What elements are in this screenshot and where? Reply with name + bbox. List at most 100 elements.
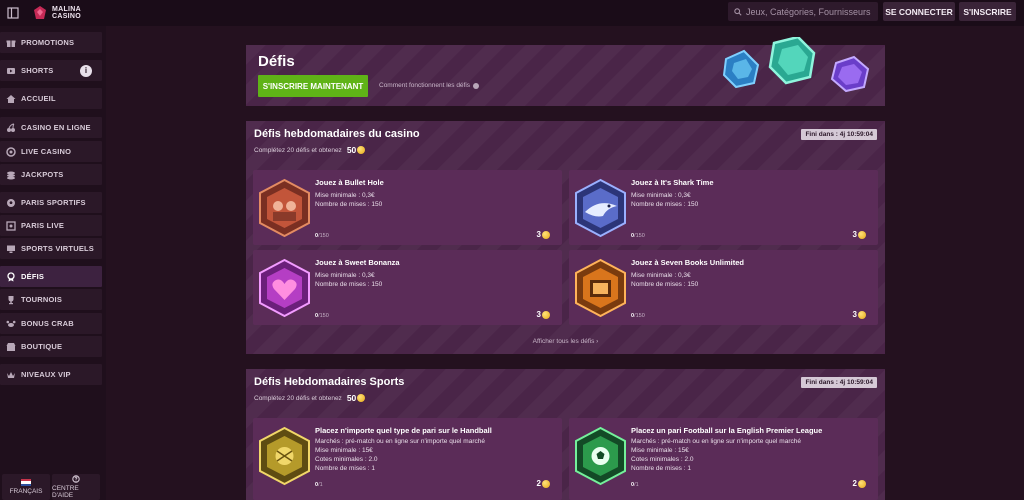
casino-challenges-section: Défis hebdomadaires du casino Complétez … (246, 121, 885, 354)
main-content: Défis S'INSCRIRE MAINTENANT Comment fonc… (106, 26, 1024, 500)
progress-total: /150 (634, 313, 645, 319)
challenge-bets-count: Nombre de mises : 150 (631, 281, 699, 288)
sidebar-item-casino[interactable]: CASINO EN LIGNE (0, 117, 102, 138)
sidebar-item-jackpots[interactable]: JACKPOTS (0, 164, 102, 185)
sidebar-item-paris-sportifs[interactable]: PARIS SPORTIFS (0, 192, 102, 213)
info-icon (473, 82, 480, 89)
language-selector[interactable]: FRANÇAIS (2, 474, 50, 500)
sidebar-item-promotions[interactable]: PROMOTIONS (0, 32, 102, 53)
logo-text-2: CASINO (52, 13, 82, 20)
coins-icon (5, 169, 16, 180)
sidebar-item-label: TOURNOIS (21, 295, 63, 304)
search-input[interactable] (746, 6, 874, 17)
sidebar-item-live-casino[interactable]: LIVE CASINO (0, 141, 102, 162)
sidebar-toggle-icon[interactable] (4, 4, 22, 22)
shark-time-icon (575, 178, 626, 238)
challenge-progress: 0/150 (631, 313, 645, 319)
register-now-button[interactable]: S'INSCRIRE MAINTENANT (258, 75, 368, 97)
search-box[interactable] (728, 2, 878, 21)
ball-icon (5, 197, 16, 208)
monitor-icon (5, 243, 16, 254)
section-title: Défis Hebdomadaires Sports (254, 376, 405, 388)
info-icon[interactable]: i (80, 64, 92, 77)
challenge-min-bet: Mise minimale : 15€ (631, 447, 689, 454)
section-reward: 50 (346, 393, 357, 403)
coin-icon (357, 146, 366, 154)
sidebar-item-label: ACCUEIL (21, 94, 56, 103)
challenge-reward: 3 (853, 230, 866, 239)
sidebar-item-label: CASINO EN LIGNE (21, 123, 91, 132)
reward-value: 3 (852, 310, 857, 319)
section-title: Défis hebdomadaires du casino (254, 128, 420, 140)
section-subtitle-text: Complétez 20 défis et obtenez (254, 394, 342, 402)
progress-total: /1 (318, 482, 323, 488)
challenge-reward: 2 (537, 479, 550, 488)
sidebar-item-label: SPORTS VIRTUELS (21, 244, 95, 253)
coin-icon (542, 479, 550, 488)
reward-value: 3 (536, 230, 541, 239)
challenge-min-odds: Cotes minimales : 2.0 (315, 456, 378, 463)
logo[interactable]: MALINA CASINO (32, 5, 81, 21)
register-button[interactable]: S'INSCRIRE (959, 2, 1016, 21)
sweet-bonanza-icon (259, 258, 310, 318)
crab-icon (5, 318, 16, 329)
sidebar-item-defis[interactable]: DÉFIS (0, 266, 102, 287)
challenge-card[interactable]: Jouez à Seven Books Unlimited Mise minim… (569, 250, 878, 325)
sidebar-item-tournois[interactable]: TOURNOIS (0, 289, 102, 310)
sidebar-item-accueil[interactable]: ACCUEIL (0, 88, 102, 109)
live-icon (5, 220, 16, 231)
challenge-card[interactable]: Jouez à It's Shark Time Mise minimale : … (569, 170, 878, 245)
challenge-progress: 0/1 (631, 482, 639, 488)
challenge-card[interactable]: Placez un pari Football sur la English P… (569, 418, 878, 500)
sidebar-item-bonus-crab[interactable]: BONUS CRAB (0, 313, 102, 334)
challenge-bets-count: Nombre de mises : 1 (631, 465, 691, 472)
section-subtitle-text: Complétez 20 défis et obtenez (254, 146, 342, 154)
challenge-progress: 0/1 (315, 482, 323, 488)
handball-icon (259, 426, 310, 486)
challenge-reward: 3 (537, 310, 550, 319)
how-it-works-link[interactable]: Comment fonctionnent les défis (379, 82, 480, 89)
progress-total: /150 (318, 233, 329, 239)
sports-challenges-section: Défis Hebdomadaires Sports Complétez 20 … (246, 369, 885, 500)
challenge-min-bet: Mise minimale : 0,3€ (315, 272, 375, 279)
challenge-progress: 0/150 (315, 233, 329, 239)
challenge-reward: 3 (537, 230, 550, 239)
challenge-card[interactable]: Jouez à Bullet Hole Mise minimale : 0,3€… (253, 170, 562, 245)
challenge-card[interactable]: Jouez à Sweet Bonanza Mise minimale : 0,… (253, 250, 562, 325)
coin-icon (858, 310, 866, 319)
challenge-card[interactable]: Placez n'importe quel type de pari sur l… (253, 418, 562, 500)
flag-fr-icon (21, 479, 31, 486)
sidebar-item-sports-virtuels[interactable]: SPORTS VIRTUELS (0, 238, 102, 259)
help-center-button[interactable]: CENTRE D'AIDE (52, 474, 100, 500)
gems-illustration (722, 37, 870, 93)
sidebar-item-boutique[interactable]: BOUTIQUE (0, 336, 102, 357)
vip-icon (5, 369, 16, 380)
progress-total: /1 (634, 482, 639, 488)
challenge-min-bet: Mise minimale : 0,3€ (631, 272, 691, 279)
challenge-title: Jouez à Bullet Hole (315, 178, 384, 187)
challenge-progress: 0/150 (631, 233, 645, 239)
sidebar-item-label: LIVE CASINO (21, 147, 72, 156)
coin-icon (858, 479, 866, 488)
coin-icon (542, 310, 550, 319)
section-subtitle: Complétez 20 défis et obtenez 50 (254, 145, 366, 155)
sidebar-item-niveaux-vip[interactable]: NIVEAUX VIP (0, 364, 102, 385)
show-all-challenges-link[interactable]: Afficher tous les défis › (246, 338, 885, 345)
coin-icon (542, 230, 550, 239)
sidebar-item-shorts[interactable]: SHORTS i (0, 60, 102, 81)
reward-value: 3 (852, 230, 857, 239)
challenge-title: Placez n'importe quel type de pari sur l… (315, 426, 492, 435)
home-icon (5, 93, 16, 104)
challenge-min-bet: Mise minimale : 0,3€ (631, 192, 691, 199)
medal-icon (5, 271, 16, 282)
page-title: Défis (258, 53, 295, 70)
challenge-progress: 0/150 (315, 313, 329, 319)
bullet-hole-icon (259, 178, 310, 238)
sidebar-item-paris-live[interactable]: PARIS LIVE (0, 215, 102, 236)
login-button[interactable]: SE CONNECTER (883, 2, 955, 21)
section-reward: 50 (346, 145, 357, 155)
chip-icon (5, 146, 16, 157)
sidebar-item-label: NIVEAUX VIP (21, 370, 71, 379)
trophy-icon (5, 294, 16, 305)
top-bar: MALINA CASINO SE CONNECTER S'INSCRIRE (0, 0, 1024, 26)
